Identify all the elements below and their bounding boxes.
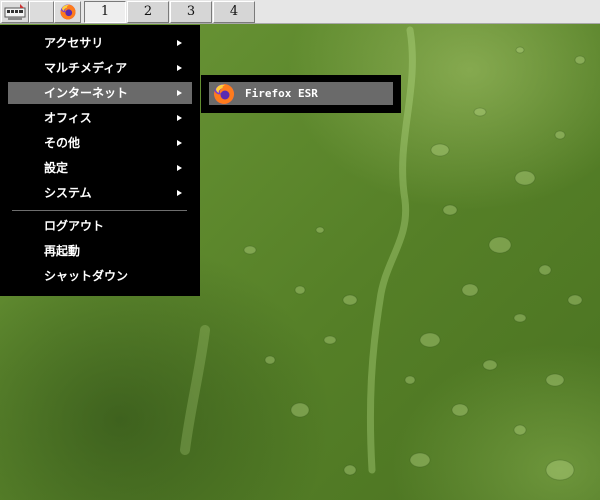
menu-item-label: オフィス [44,111,92,125]
submenu-arrow-icon [177,90,182,96]
menu-item-label: アクセサリ [44,36,104,50]
menu-item-label: マルチメディア [44,61,128,75]
submenu-arrow-icon [177,190,182,196]
submenu-arrow-icon [177,140,182,146]
firefox-icon [214,83,235,104]
workspace-button-2[interactable]: 2 [127,1,169,23]
workspace-button-3[interactable]: 3 [170,1,212,23]
submenu-arrow-icon [177,115,182,121]
menu-separator [12,210,187,211]
submenu-item-firefox-esr[interactable]: Firefox ESR [209,82,393,105]
menu-item-settings[interactable]: 設定 [8,157,192,179]
menu-item-logout[interactable]: ログアウト [8,215,192,237]
menu-item-multimedia[interactable]: マルチメディア [8,57,192,79]
menu-item-label: ログアウト [44,219,105,233]
menu-item-label: その他 [44,136,81,150]
firefox-launcher-button[interactable] [54,1,81,23]
menu-item-system[interactable]: システム [8,182,192,204]
firefox-icon [60,4,76,20]
menu-item-shutdown[interactable]: シャットダウン [8,265,192,287]
workspace-button-4[interactable]: 4 [213,1,255,23]
blank-launcher-button[interactable] [29,1,54,23]
internet-submenu: Firefox ESR [201,75,401,113]
menu-item-label: 設定 [44,161,69,175]
panel-menu-button[interactable] [1,1,29,23]
main-menu: アクセサリ マルチメディア インターネット オフィス その他 設定 システム ロ… [0,25,200,296]
menu-item-other[interactable]: その他 [8,132,192,154]
panel-menu-icon [4,4,26,20]
menu-item-reboot[interactable]: 再起動 [8,240,192,262]
workspace-button-1[interactable]: 1 [84,1,126,23]
taskbar: 1234 [0,0,600,24]
menu-item-label: インターネット [44,86,129,100]
menu-item-office[interactable]: オフィス [8,107,192,129]
submenu-item-label: Firefox ESR [245,87,318,100]
menu-item-label: システム [44,186,92,200]
menu-item-label: 再起動 [44,244,81,258]
submenu-arrow-icon [177,65,182,71]
menu-item-label: シャットダウン [44,269,129,283]
menu-item-internet[interactable]: インターネット [8,82,192,104]
menu-item-accessories[interactable]: アクセサリ [8,32,192,54]
submenu-arrow-icon [177,165,182,171]
submenu-arrow-icon [177,40,182,46]
